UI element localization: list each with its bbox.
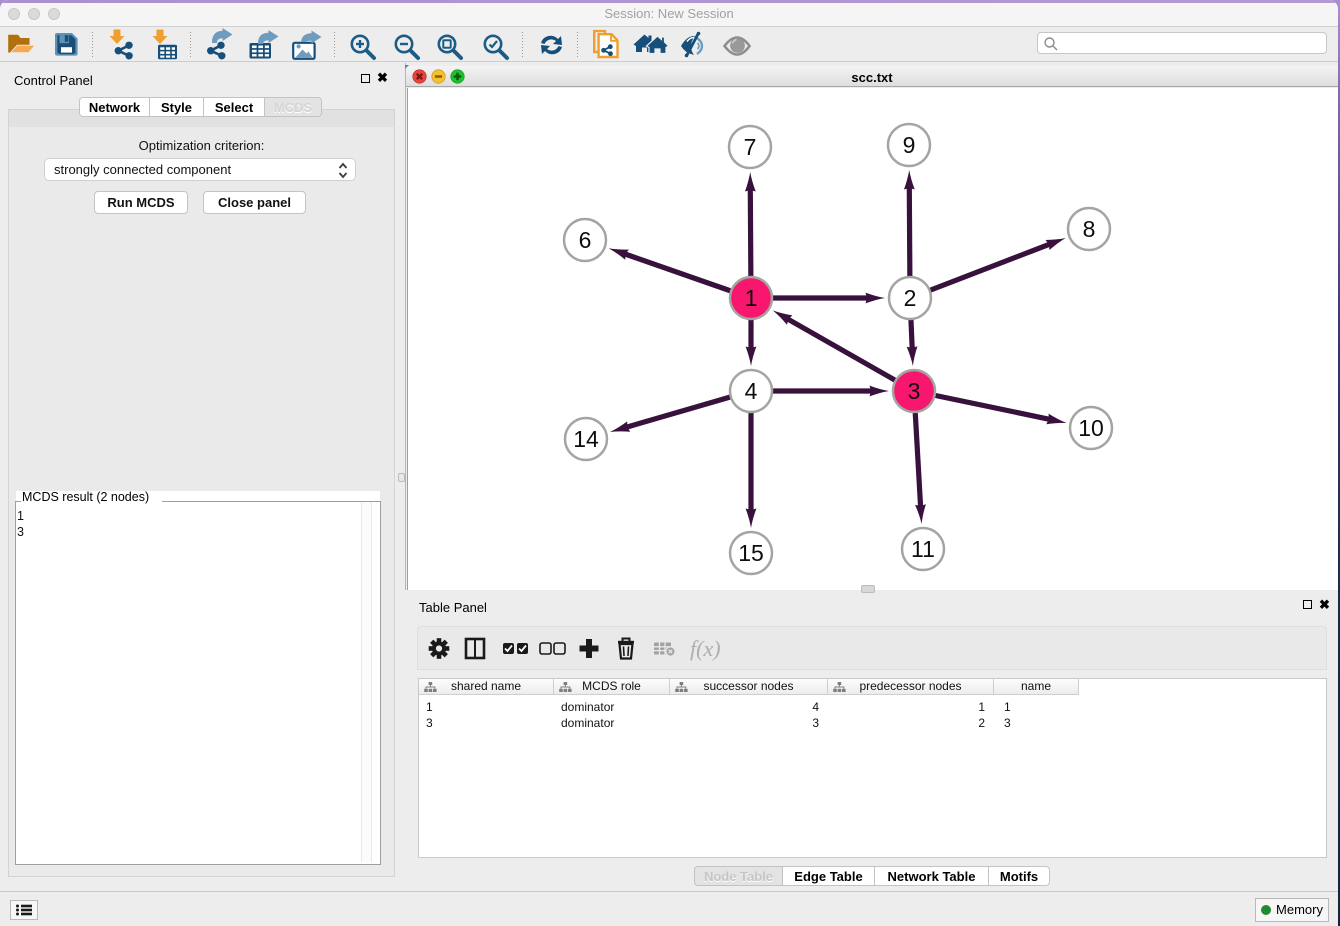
svg-text:3: 3 xyxy=(908,378,921,404)
svg-text:f(x): f(x) xyxy=(690,636,721,661)
svg-text:4: 4 xyxy=(745,378,758,404)
svg-text:11: 11 xyxy=(911,536,935,562)
svg-text:14: 14 xyxy=(573,426,599,452)
svg-text:9: 9 xyxy=(903,132,916,158)
svg-text:2: 2 xyxy=(904,285,917,311)
svg-text:15: 15 xyxy=(738,540,764,566)
svg-text:10: 10 xyxy=(1078,415,1104,441)
svg-text:8: 8 xyxy=(1083,216,1096,242)
svg-text:7: 7 xyxy=(744,134,757,160)
svg-text:1: 1 xyxy=(745,285,758,311)
svg-text:6: 6 xyxy=(579,227,592,253)
